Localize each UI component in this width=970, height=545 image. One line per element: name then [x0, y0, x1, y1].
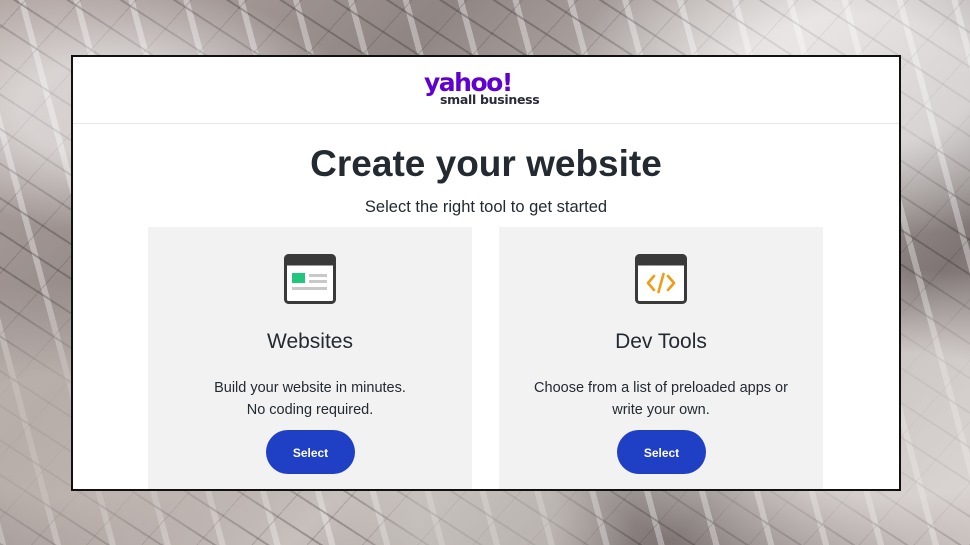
- websites-card[interactable]: Websites Build your website in minutes. …: [148, 227, 472, 489]
- dev-tools-select-button[interactable]: Select: [617, 430, 706, 474]
- page-header: yahoo! small business: [73, 57, 899, 124]
- signup-window: yahoo! small business Create your websit…: [71, 55, 901, 491]
- page-title: Create your website: [310, 143, 662, 184]
- logo-subtitle: small business: [440, 92, 540, 107]
- code-brackets-icon: [635, 254, 687, 304]
- dev-tools-card-description: Choose from a list of preloaded apps or …: [499, 377, 823, 421]
- website-layout-icon: [284, 254, 336, 304]
- websites-select-button[interactable]: Select: [266, 430, 355, 474]
- description-line: Choose from a list of preloaded apps or: [534, 380, 788, 396]
- websites-card-description: Build your website in minutes. No coding…: [148, 377, 472, 421]
- description-line: Build your website in minutes.: [214, 380, 406, 396]
- description-line: No coding required.: [246, 402, 374, 418]
- dev-tools-card[interactable]: Dev Tools Choose from a list of preloade…: [499, 227, 823, 489]
- description-line: write your own.: [612, 402, 710, 418]
- dev-tools-card-title: Dev Tools: [615, 330, 707, 353]
- websites-card-title: Websites: [267, 330, 353, 353]
- yahoo-small-business-logo[interactable]: yahoo! small business: [424, 69, 544, 109]
- page-subtitle: Select the right tool to get started: [364, 198, 608, 216]
